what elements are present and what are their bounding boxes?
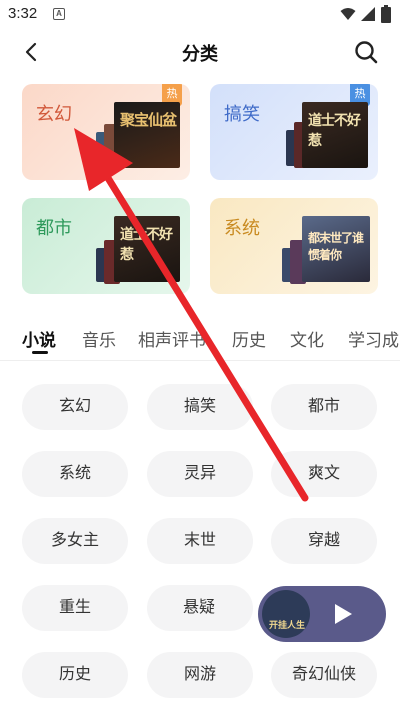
mini-player-cover[interactable]: 开挂人生 <box>262 590 310 638</box>
divider <box>0 360 400 361</box>
book-cover: 都末世了谁惯着你 <box>302 216 370 282</box>
genre-chip[interactable]: 奇幻仙侠 <box>271 652 377 698</box>
mini-player[interactable]: 开挂人生 <box>258 586 386 642</box>
book-cover: 道士不好惹 <box>302 102 368 168</box>
tab-music[interactable]: 音乐 <box>82 326 116 351</box>
page-title: 分类 <box>182 44 218 64</box>
genre-chip[interactable]: 灵异 <box>147 451 253 497</box>
battery-icon <box>381 5 391 23</box>
genre-chip[interactable]: 多女主 <box>22 518 128 564</box>
signal-icon <box>361 7 375 21</box>
genre-chip[interactable]: 系统 <box>22 451 128 497</box>
genre-chip[interactable]: 都市 <box>271 384 377 430</box>
notification-icon: A <box>53 8 65 20</box>
category-card-xitong[interactable]: 系统 都末世了谁惯着你 <box>210 198 378 294</box>
tab-culture[interactable]: 文化 <box>290 326 324 351</box>
mini-player-cover-title: 开挂人生 <box>268 620 305 630</box>
book-cover-title: 道士不好惹 <box>308 112 361 148</box>
category-card-label: 都市 <box>36 218 72 238</box>
genre-chip[interactable]: 玄幻 <box>22 384 128 430</box>
genre-chip[interactable]: 网游 <box>147 652 253 698</box>
book-cover: 聚宝仙盆 <box>114 102 180 168</box>
book-cover: 道士不好惹 <box>114 216 180 282</box>
tab-crosstalk[interactable]: 相声评书 <box>138 326 206 351</box>
category-tabs: 小说 音乐 相声评书 历史 文化 学习成 <box>0 318 400 358</box>
genre-chip[interactable]: 穿越 <box>271 518 377 564</box>
category-card-xuanhuan[interactable]: 玄幻 热 聚宝仙盆 <box>22 84 190 180</box>
play-icon[interactable] <box>328 600 356 628</box>
category-card-label: 搞笑 <box>224 104 260 124</box>
category-card-label: 玄幻 <box>36 104 72 124</box>
top-bar: 分类 <box>0 30 400 74</box>
active-tab-indicator <box>32 351 48 354</box>
genre-chip[interactable]: 末世 <box>147 518 253 564</box>
genre-chip[interactable]: 搞笑 <box>147 384 253 430</box>
search-icon[interactable] <box>352 38 380 66</box>
genre-chip[interactable]: 历史 <box>22 652 128 698</box>
book-cover-title: 聚宝仙盆 <box>120 112 177 129</box>
tab-novel[interactable]: 小说 <box>22 326 56 351</box>
status-time: 3:32 <box>8 5 38 22</box>
tab-history[interactable]: 历史 <box>232 326 266 351</box>
genre-chip[interactable]: 重生 <box>22 585 128 631</box>
wifi-icon <box>340 8 356 20</box>
book-cover-title: 道士不好惹 <box>120 226 173 262</box>
book-cover-title: 都末世了谁惯着你 <box>308 231 364 262</box>
tab-study[interactable]: 学习成 <box>348 326 399 351</box>
category-card-label: 系统 <box>224 218 260 238</box>
status-bar: 3:32 A <box>0 0 400 28</box>
genre-chip[interactable]: 爽文 <box>271 451 377 497</box>
category-card-gaoxiao[interactable]: 搞笑 热 道士不好惹 <box>210 84 378 180</box>
category-card-dushi[interactable]: 都市 道士不好惹 <box>22 198 190 294</box>
genre-chip[interactable]: 悬疑 <box>147 585 253 631</box>
